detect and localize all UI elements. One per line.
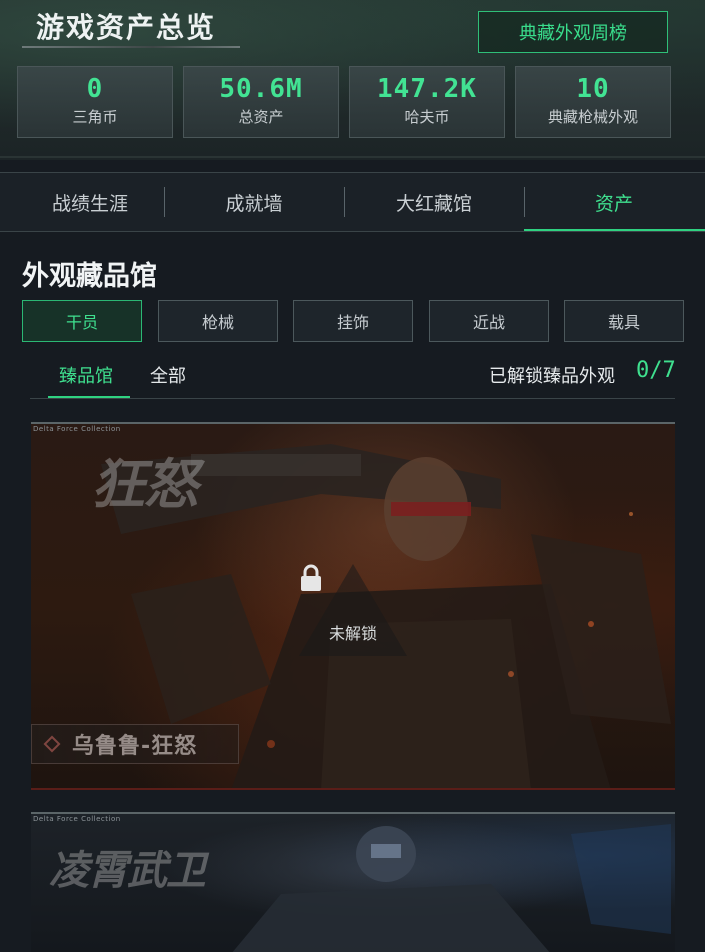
card-series-tag: Delta Force Collection: [33, 425, 121, 433]
category-vehicle[interactable]: 载具: [564, 300, 684, 342]
tab-career[interactable]: 战绩生涯: [0, 173, 180, 231]
category-charm[interactable]: 挂饰: [293, 300, 413, 342]
stat-card-triangle-coin: 0 三角币: [17, 66, 173, 138]
diamond-icon: [43, 735, 61, 753]
asset-overview-header: 游戏资产总览 典藏外观周榜 0 三角币 50.6M 总资产 147.2K 哈夫币…: [0, 0, 705, 160]
stat-label: 三角币: [72, 108, 118, 126]
stat-value: 50.6M: [219, 74, 303, 104]
section-title: 外观藏品馆: [22, 261, 157, 292]
stat-card-total-assets: 50.6M 总资产: [183, 66, 339, 138]
category-operator[interactable]: 干员: [22, 300, 142, 342]
stat-label: 典藏枪械外观: [547, 108, 638, 126]
tab-assets[interactable]: 资产: [524, 173, 704, 231]
weekly-ranking-button[interactable]: 典藏外观周榜: [478, 11, 668, 53]
page-title: 游戏资产总览: [36, 11, 217, 44]
skin-name: 乌鲁鲁-狂怒: [72, 734, 198, 759]
subtab-all[interactable]: 全部: [150, 362, 186, 388]
skin-name-plate: 乌鲁鲁-狂怒: [31, 724, 239, 764]
stat-card-weapon-skins: 10 典藏枪械外观: [515, 66, 671, 138]
subtab-divider: [30, 398, 675, 399]
lock-icon: [301, 564, 321, 591]
header-divider: [0, 156, 705, 158]
tab-achievements[interactable]: 成就墙: [164, 173, 344, 231]
locked-label: 未解锁: [328, 624, 377, 643]
unlock-progress-count: 0/7: [636, 358, 676, 383]
unlock-progress-label: 已解锁臻品外观: [489, 366, 615, 387]
card-series-tag: Delta Force Collection: [33, 815, 121, 823]
title-underline: [22, 46, 240, 48]
category-melee[interactable]: 近战: [429, 300, 549, 342]
stat-value: 0: [86, 74, 104, 104]
stat-value: 147.2K: [377, 74, 477, 104]
locked-overlay: 未解锁: [299, 564, 407, 656]
active-subtab-indicator: [48, 396, 130, 398]
skin-card[interactable]: Delta Force Collection 狂怒 未解锁 乌鲁鲁-狂怒: [31, 422, 675, 790]
stat-card-havoc-coin: 147.2K 哈夫币: [349, 66, 505, 138]
stat-label: 哈夫币: [404, 108, 450, 126]
main-tab-bar: 战绩生涯 成就墙 大红藏馆 资产: [0, 172, 705, 232]
stat-label: 总资产: [238, 108, 284, 126]
skin-card[interactable]: Delta Force Collection 凌霄武卫: [31, 812, 675, 952]
active-tab-indicator: [524, 229, 705, 231]
stat-value: 10: [576, 74, 610, 104]
tab-red-collection[interactable]: 大红藏馆: [344, 173, 524, 231]
category-weapon[interactable]: 枪械: [158, 300, 278, 342]
skin-logo: 凌霄武卫: [49, 848, 206, 894]
subtab-premium[interactable]: 臻品馆: [59, 362, 113, 388]
skin-logo: 狂怒: [91, 453, 198, 516]
